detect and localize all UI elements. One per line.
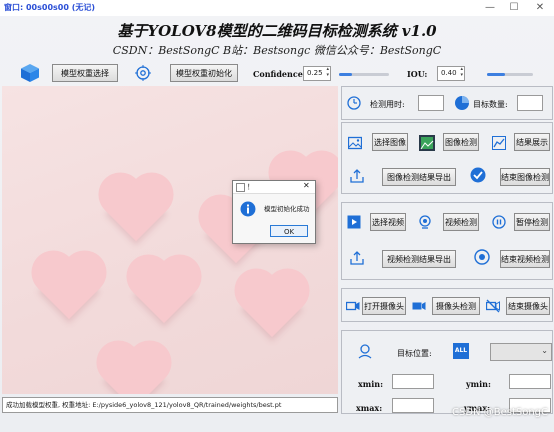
detect-time-value <box>418 95 444 111</box>
stats-panel: 检测用时: 目标数量: <box>341 86 553 120</box>
xmin-value <box>392 374 434 389</box>
confidence-slider[interactable] <box>339 73 389 76</box>
close-button[interactable]: ✕ <box>528 1 552 15</box>
heart-decoration <box>240 274 304 338</box>
iou-slider[interactable] <box>487 73 533 76</box>
maximize-button[interactable]: ☐ <box>502 1 526 15</box>
export-icon <box>350 251 364 265</box>
select-video-button[interactable]: 选择视频 <box>370 213 406 231</box>
close-camera-button[interactable]: 结束摄像头 <box>506 297 550 315</box>
target-count-label: 目标数量: <box>473 100 508 109</box>
window-title-text: 窗口: 00s00s00 (无记) <box>4 3 96 12</box>
target-position-label: 目标位置: <box>397 349 432 358</box>
target-count-value <box>517 95 543 111</box>
video-camera-icon <box>346 301 360 311</box>
pie-chart-icon <box>455 96 469 110</box>
page-title: 基于YOLOV8模型的二维码目标检测系统 v1.0 <box>117 22 437 40</box>
pause-detect-button[interactable]: 暂停检测 <box>514 213 550 231</box>
chevron-down-icon: ⌄ <box>541 346 548 355</box>
dialog-title: ！ <box>247 183 254 191</box>
camera-panel: 打开摄像头 摄像头检测 结束摄像头 <box>341 288 553 322</box>
image-icon <box>348 136 362 150</box>
iou-label: IOU: <box>407 69 428 79</box>
webcam-icon <box>419 215 431 229</box>
dialog-title-bar: ！ ✕ <box>233 181 315 194</box>
result-show-button[interactable]: 结果展示 <box>514 133 550 151</box>
window-title-bar: 窗口: 00s00s00 (无记) — ☐ ✕ <box>0 0 554 16</box>
check-circle-icon <box>470 167 486 183</box>
video-detect-button[interactable]: 视频检测 <box>443 213 479 231</box>
xmin-label: xmin: <box>358 379 384 389</box>
confidence-label: Confidence: <box>253 69 306 79</box>
iou-spinbox[interactable]: 0.40 <box>437 66 465 81</box>
minimize-button[interactable]: — <box>478 1 502 15</box>
end-video-detect-button[interactable]: 结束视频检测 <box>500 250 550 268</box>
stop-circle-icon <box>474 249 490 265</box>
open-camera-button[interactable]: 打开摄像头 <box>362 297 406 315</box>
heart-decoration <box>37 256 101 320</box>
target-location-panel: 目标位置: ALL ⌄ xmin: ymin: xmax: ymax: <box>341 330 553 414</box>
pause-icon <box>492 215 506 229</box>
xmax-label: xmax: <box>356 403 383 413</box>
export-icon <box>350 169 364 183</box>
video-detect-panel: 选择视频 视频检测 暂停检测 视频检测结果导出 结束视频检测 <box>341 202 553 280</box>
heart-decoration <box>104 178 168 242</box>
ymin-label: ymin: <box>466 379 491 389</box>
status-message: 成功加载模型权重, 权重地址: E:/pyside6_yolov8_121/yo… <box>2 397 338 413</box>
dialog-app-icon <box>236 183 245 192</box>
target-icon <box>135 65 151 81</box>
export-image-result-button[interactable]: 图像检测结果导出 <box>382 168 456 186</box>
heart-decoration <box>102 346 166 394</box>
watermark: CSDN @BestSongC <box>452 407 548 418</box>
select-image-button[interactable]: 选择图像 <box>372 133 408 151</box>
confidence-slider-fill <box>339 73 352 76</box>
video-file-icon <box>347 215 361 229</box>
xmax-value <box>392 398 434 413</box>
confidence-spinbox[interactable]: 0.25 <box>303 66 331 81</box>
export-video-result-button[interactable]: 视频检测结果导出 <box>382 250 456 268</box>
iou-slider-fill <box>487 73 506 76</box>
init-success-dialog: ！ ✕ 模型初始化成功 OK <box>232 180 316 244</box>
image-detect-panel: 选择图像 图像检测 结果展示 图像检测结果导出 结束图像检测 <box>341 122 553 194</box>
camera-off-icon <box>486 299 500 313</box>
dialog-message: 模型初始化成功 <box>264 205 310 213</box>
clock-icon <box>347 96 361 110</box>
chart-line-icon <box>492 136 506 150</box>
dialog-ok-button[interactable]: OK <box>270 225 308 237</box>
page-subtitle: CSDN：BestSongC B站：Bestsongc 微信公众号：BestSo… <box>112 44 442 57</box>
detect-time-label: 检测用时: <box>370 100 405 109</box>
camera-detect-button[interactable]: 摄像头检测 <box>432 297 480 315</box>
ymin-value <box>509 374 551 389</box>
camera-detect-icon <box>412 302 426 310</box>
location-pin-icon <box>358 344 372 359</box>
heart-decoration <box>132 260 196 324</box>
model-init-button[interactable]: 模型权重初始化 <box>170 64 238 82</box>
end-image-detect-button[interactable]: 结束图像检测 <box>500 168 550 186</box>
all-targets-icon: ALL <box>453 343 469 359</box>
model-weight-select-button[interactable]: 模型权重选择 <box>52 64 118 82</box>
info-icon <box>240 201 256 217</box>
image-detect-button[interactable]: 图像检测 <box>443 133 479 151</box>
image-detect-icon <box>419 135 435 151</box>
cube-icon <box>21 64 39 82</box>
target-select-dropdown[interactable]: ⌄ <box>490 343 552 361</box>
dialog-close-button[interactable]: ✕ <box>303 181 310 190</box>
